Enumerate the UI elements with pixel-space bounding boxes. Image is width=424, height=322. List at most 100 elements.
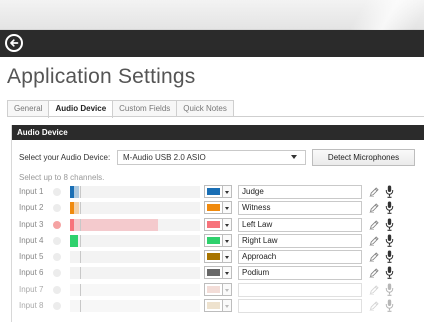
signal-indicator [53, 204, 61, 213]
color-dropdown-button[interactable] [223, 299, 232, 313]
color-swatch-fill [207, 204, 220, 212]
channel-name-field[interactable]: Left Law [238, 217, 362, 232]
level-meter [70, 283, 200, 296]
level-meter-tick [80, 251, 81, 264]
level-meter-tick [80, 234, 81, 247]
color-swatch[interactable] [204, 299, 223, 313]
device-row: Select your Audio Device: M-Audio USB 2.… [17, 149, 417, 167]
level-meter-fill [70, 186, 74, 198]
level-meter-tick [80, 283, 81, 296]
color-swatch-fill [207, 253, 220, 261]
input-channel-row-2: Input 2 Witness [12, 200, 424, 216]
microphone-icon[interactable] [385, 283, 394, 296]
channel-name-field[interactable] [238, 299, 362, 314]
color-swatch[interactable] [204, 282, 223, 296]
level-meter [70, 218, 200, 231]
tab-divider [7, 116, 424, 117]
color-dropdown-button[interactable] [223, 250, 232, 264]
signal-indicator [53, 302, 61, 311]
input-channel-row-1: Input 1 Judge [12, 184, 424, 200]
detect-microphones-button[interactable]: Detect Microphones [312, 149, 415, 166]
color-swatch[interactable] [204, 201, 223, 215]
microphone-icon[interactable] [385, 234, 394, 247]
pencil-edit-icon[interactable] [369, 300, 379, 311]
input-label: Input 1 [19, 187, 44, 196]
color-dropdown-button[interactable] [223, 282, 232, 296]
pencil-edit-icon[interactable] [369, 251, 379, 263]
channel-name-field[interactable]: Witness [238, 201, 362, 216]
level-meter-peak [70, 218, 159, 231]
pencil-edit-icon[interactable] [369, 267, 379, 279]
signal-indicator [53, 269, 61, 278]
color-dropdown-button[interactable] [223, 233, 232, 247]
level-meter-tick [80, 202, 81, 215]
tab-quick-notes[interactable]: Quick Notes [176, 100, 234, 117]
channel-name-field[interactable] [238, 282, 362, 297]
input-channel-row-5: Input 5 Approach [12, 249, 424, 265]
color-swatch[interactable] [204, 217, 223, 231]
color-swatch[interactable] [204, 266, 223, 280]
title-bar [0, 30, 424, 57]
audio-device-value: M-Audio USB 2.0 ASIO [123, 153, 206, 162]
color-dropdown-button[interactable] [223, 266, 232, 280]
color-swatch-fill [207, 220, 220, 228]
pencil-edit-icon[interactable] [369, 284, 379, 295]
level-meter-tick [80, 218, 81, 231]
input-label: Input 6 [19, 268, 44, 278]
chevron-down-icon [291, 155, 297, 159]
signal-indicator [53, 285, 61, 294]
level-meter [70, 202, 200, 215]
channel-hint: Select up to 8 channels. [19, 173, 105, 182]
channel-name-field[interactable]: Podium [238, 266, 362, 281]
input-channel-row-7: Input 7 [12, 282, 424, 298]
color-swatch-fill [207, 285, 220, 293]
tab-bar: General Audio Device Custom Fields Quick… [7, 100, 234, 118]
microphone-icon[interactable] [385, 266, 394, 280]
channel-name-field[interactable]: Judge [238, 185, 362, 199]
input-label: Input 5 [19, 252, 44, 262]
color-dropdown-button[interactable] [223, 201, 232, 215]
level-meter [70, 251, 200, 264]
level-meter [70, 300, 200, 313]
tab-custom-fields[interactable]: Custom Fields [112, 100, 178, 117]
input-channel-row-3: Input 3 Left Law [12, 217, 424, 233]
color-dropdown-button[interactable] [223, 217, 232, 231]
channel-name-field[interactable]: Right Law [238, 233, 362, 248]
pencil-edit-icon[interactable] [369, 186, 379, 197]
input-channel-row-4: Input 4 Right Law [12, 233, 424, 249]
signal-indicator [53, 253, 61, 262]
microphone-icon[interactable] [385, 299, 394, 312]
color-swatch[interactable] [204, 233, 223, 247]
page-title: Application Settings [7, 65, 196, 88]
microphone-icon[interactable] [385, 201, 394, 215]
color-dropdown-button[interactable] [223, 185, 232, 198]
color-swatch[interactable] [204, 250, 223, 264]
color-swatch-fill [207, 269, 220, 277]
input-channel-row-8: Input 8 [12, 298, 424, 314]
panel-header: Audio Device [12, 125, 424, 140]
color-swatch-fill [207, 188, 220, 195]
microphone-icon[interactable] [385, 218, 394, 231]
pencil-edit-icon[interactable] [369, 219, 379, 230]
pencil-edit-icon[interactable] [369, 202, 379, 214]
device-label: Select your Audio Device: [19, 153, 111, 162]
pencil-edit-icon[interactable] [369, 235, 379, 246]
input-label: Input 3 [19, 219, 44, 229]
input-channel-row-6: Input 6 Podium [12, 265, 424, 281]
level-meter [70, 267, 200, 280]
level-meter [70, 234, 200, 247]
signal-indicator [53, 188, 61, 196]
level-meter-tick [80, 186, 81, 198]
back-button[interactable] [5, 34, 23, 52]
signal-indicator [53, 220, 61, 229]
audio-device-select[interactable]: M-Audio USB 2.0 ASIO [117, 150, 306, 165]
signal-indicator [53, 236, 61, 245]
audio-device-panel: Audio Device Select your Audio Device: M… [11, 125, 424, 322]
microphone-icon[interactable] [385, 185, 394, 198]
microphone-icon[interactable] [385, 250, 394, 264]
input-channel-list: Input 1 Judge Input 2 Witness Input 3 Le… [12, 184, 424, 314]
input-label: Input 8 [19, 301, 44, 311]
channel-name-field[interactable]: Approach [238, 250, 362, 265]
tab-general[interactable]: General [7, 100, 50, 117]
color-swatch[interactable] [204, 185, 223, 198]
